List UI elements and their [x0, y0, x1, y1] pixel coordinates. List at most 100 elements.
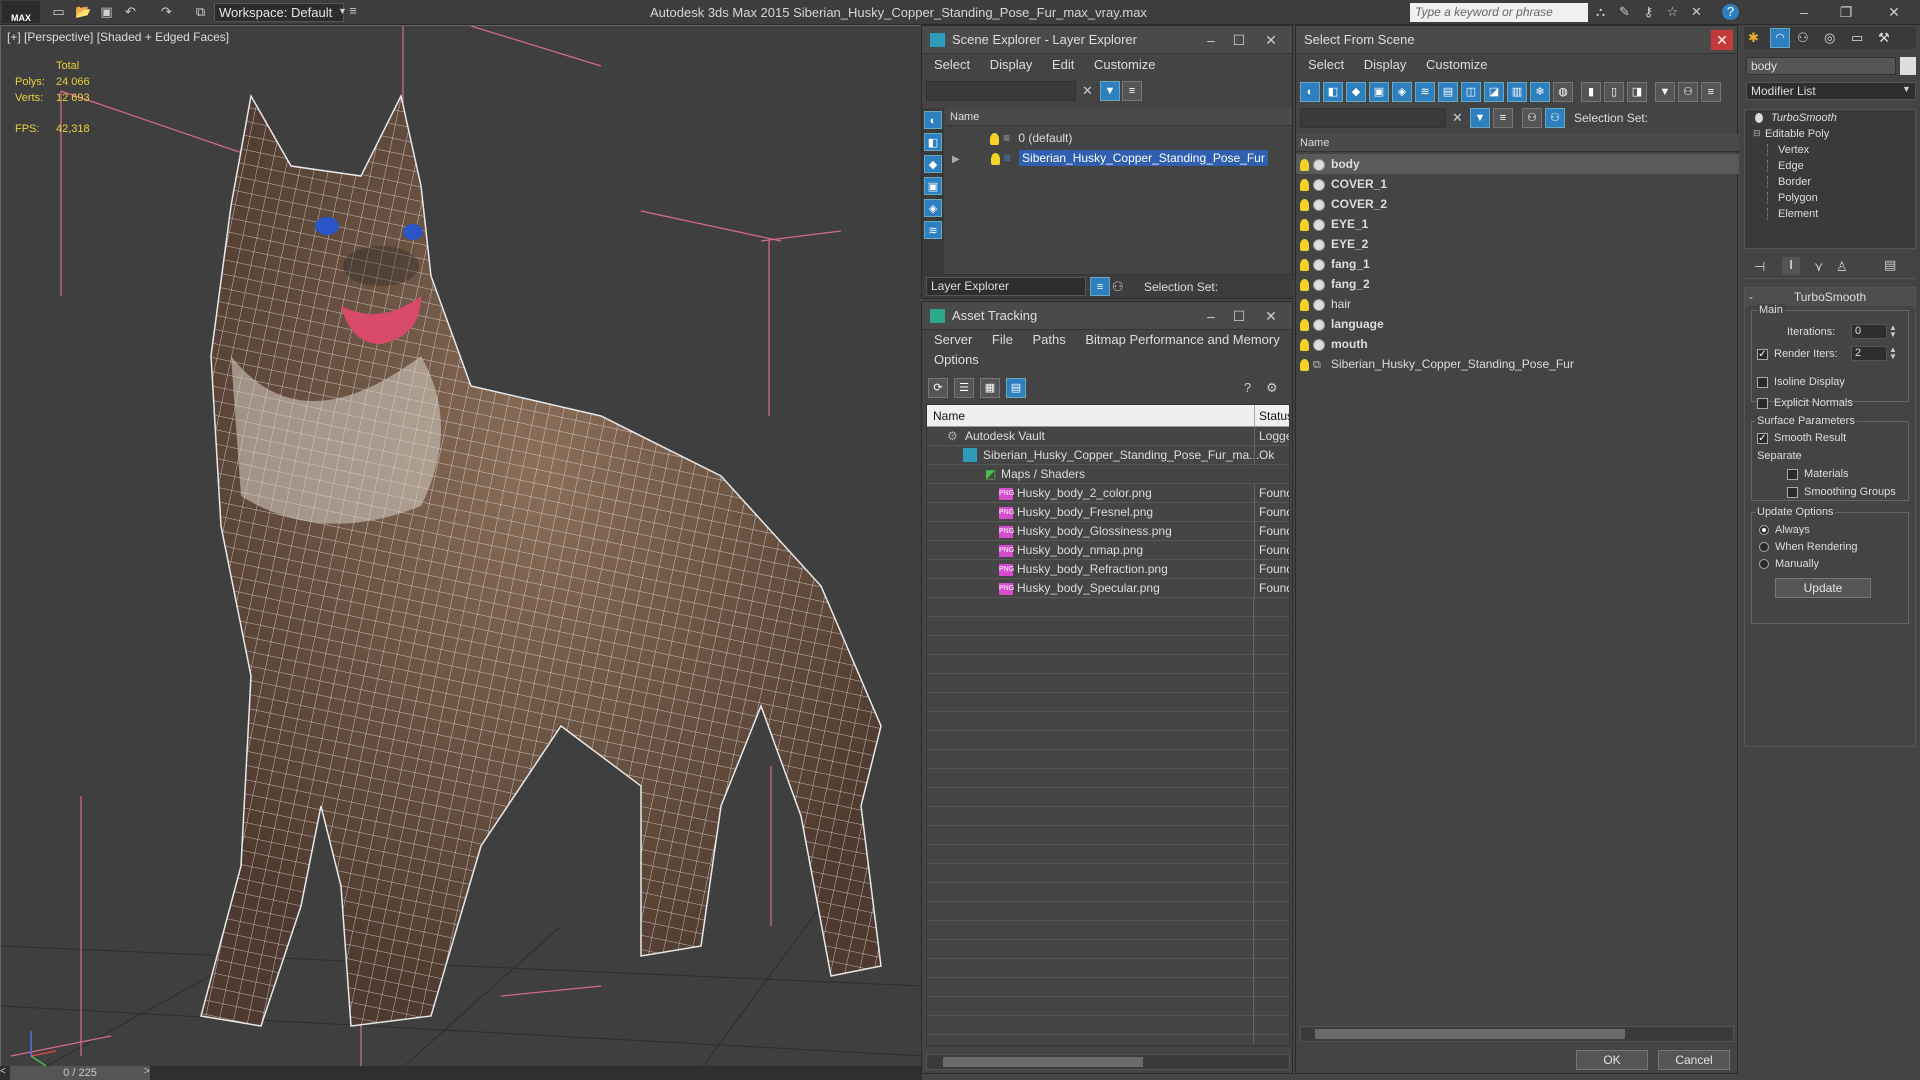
maximize-icon[interactable]: ☐	[1228, 302, 1250, 330]
hierarchy-icon[interactable]: ⚇	[1678, 82, 1698, 102]
hierarchy-icon[interactable]: ⚇	[1112, 279, 1124, 295]
menu-paths[interactable]: Paths	[1033, 332, 1066, 347]
lightbulb-icon[interactable]	[1300, 178, 1309, 191]
table-view-icon[interactable]: ▤	[1006, 378, 1026, 398]
object-row[interactable]: EYE_2	[1296, 234, 1739, 254]
minimize-icon[interactable]: –	[1790, 2, 1818, 22]
scene-explorer-search-input[interactable]	[926, 81, 1076, 101]
thumbnail-view-icon[interactable]: ▦	[980, 378, 1000, 398]
lightbulb-icon[interactable]	[1300, 318, 1309, 331]
menu-customize[interactable]: Customize	[1094, 57, 1155, 72]
ok-button[interactable]: OK	[1576, 1050, 1648, 1070]
clear-search-icon[interactable]: ✕	[1452, 110, 1463, 126]
pin-stack-icon[interactable]: ⊣	[1754, 259, 1765, 275]
lightbulb-icon[interactable]	[1300, 158, 1309, 171]
make-unique-icon[interactable]: ⋎	[1814, 259, 1824, 275]
menu-display[interactable]: Display	[1364, 57, 1407, 72]
stack-subitem[interactable]: Element	[1767, 208, 1818, 220]
modifier-list-dropdown[interactable]: Modifier List	[1746, 82, 1916, 100]
asset-row[interactable]: PNG Husky_body_Refraction.png Found	[927, 560, 1289, 579]
display-shapes-icon[interactable]: ◧	[924, 133, 942, 151]
isoline-display-checkbox[interactable]	[1757, 376, 1768, 388]
layers-icon[interactable]: ≡	[1493, 108, 1513, 128]
time-slider[interactable]: 0 / 225	[10, 1066, 150, 1080]
rollout-collapse-icon[interactable]: -	[1749, 288, 1753, 306]
layer-options-icon[interactable]: ≡	[1122, 81, 1142, 101]
select-search-input[interactable]	[1300, 108, 1446, 128]
collapse-icon[interactable]: ⊟	[1753, 128, 1761, 139]
save-icon[interactable]: ▣	[98, 4, 115, 20]
key-icon[interactable]: ⚷	[1640, 4, 1657, 20]
object-row[interactable]: body	[1296, 154, 1739, 174]
star-icon[interactable]: ☆	[1664, 4, 1681, 20]
workspace-dropdown[interactable]: Workspace: Default	[214, 3, 344, 22]
close-icon[interactable]: ✕	[1880, 2, 1908, 22]
close-icon[interactable]: ✕	[1260, 26, 1282, 54]
always-radio[interactable]	[1759, 525, 1769, 536]
menu-display[interactable]: Display	[990, 57, 1033, 72]
object-name-field[interactable]: body	[1746, 57, 1896, 75]
render-iters-spinner[interactable]: 2	[1851, 346, 1887, 361]
lightbulb-icon[interactable]	[1300, 298, 1309, 311]
layer-row[interactable]: ▶ ≡ Siberian_Husky_Copper_Standing_Pose_…	[946, 148, 1292, 168]
redo-icon[interactable]: ↷	[158, 4, 175, 20]
display-frozen-icon[interactable]: ❄	[1530, 82, 1550, 102]
object-row[interactable]: COVER_2	[1296, 194, 1739, 214]
object-row[interactable]: mouth	[1296, 334, 1739, 354]
hierarchy-tab-icon[interactable]: ⚇	[1797, 30, 1809, 46]
tools-icon[interactable]: ✎	[1616, 4, 1633, 20]
expand-arrow-icon[interactable]: ▶	[952, 150, 964, 170]
stack-subitem[interactable]: Edge	[1767, 160, 1804, 172]
display-hidden-icon[interactable]: ◍	[1553, 82, 1573, 102]
display-spacewarps-icon[interactable]: ≋	[924, 221, 942, 239]
object-row[interactable]: COVER_1	[1296, 174, 1739, 194]
configure-modifier-sets-icon[interactable]: ▤	[1884, 257, 1896, 273]
remove-modifier-icon[interactable]: ♙	[1836, 259, 1848, 275]
menu-customize[interactable]: Customize	[1426, 57, 1487, 72]
stack-subitem[interactable]: Polygon	[1767, 192, 1818, 204]
smooth-result-checkbox[interactable]: ✓	[1757, 432, 1768, 444]
new-file-icon[interactable]: ▭	[50, 4, 67, 20]
restore-icon[interactable]: ❐	[1832, 2, 1860, 22]
close-icon[interactable]: ✕	[1711, 30, 1733, 50]
smoothing-groups-checkbox[interactable]	[1787, 486, 1798, 498]
modify-tab-icon[interactable]: ◠	[1770, 28, 1790, 48]
update-button[interactable]: Update	[1775, 578, 1871, 598]
help-icon[interactable]: ?	[1244, 380, 1251, 395]
lightbulb-icon[interactable]	[1300, 358, 1309, 371]
menu-bitmap-performance[interactable]: Bitmap Performance and Memory	[1085, 332, 1279, 347]
prev-frame-icon[interactable]: <	[0, 1066, 8, 1080]
help-icon[interactable]: ?	[1722, 4, 1739, 20]
lightbulb-icon[interactable]	[1300, 238, 1309, 251]
asset-row[interactable]: PNG Husky_body_Glossiness.png Found	[927, 522, 1289, 541]
undo-icon[interactable]: ↶	[122, 4, 139, 20]
column-name[interactable]: Name	[1296, 134, 1739, 152]
menu-edit[interactable]: Edit	[1052, 57, 1074, 72]
display-tab-icon[interactable]: ▭	[1851, 30, 1863, 46]
lightbulb-icon[interactable]	[1300, 198, 1309, 211]
asset-row[interactable]: PNG Husky_body_2_color.png Found	[927, 484, 1289, 503]
stack-item[interactable]: Editable Poly	[1765, 128, 1829, 140]
menu-select[interactable]: Select	[1308, 57, 1344, 72]
explorer-type-dropdown[interactable]: Layer Explorer	[926, 277, 1086, 296]
object-row[interactable]: fang_2	[1296, 274, 1739, 294]
display-geometry-icon[interactable]: ◐	[924, 111, 942, 129]
project-icon[interactable]: ⧉	[192, 4, 209, 20]
select-none-icon[interactable]: ▯	[1604, 82, 1624, 102]
binoculars-icon[interactable]: ⛬	[1592, 4, 1609, 20]
turbosmooth-lightbulb-icon[interactable]	[1755, 113, 1763, 123]
display-lights-icon[interactable]: ◆	[1346, 82, 1366, 102]
object-row[interactable]: language	[1296, 314, 1739, 334]
lightbulb-icon[interactable]	[1300, 338, 1309, 351]
column-name[interactable]: Name	[946, 108, 1292, 126]
object-color-swatch[interactable]	[1900, 57, 1916, 75]
hierarchy-mode-icon[interactable]: ⚇	[1545, 108, 1565, 128]
filter-icon[interactable]: ▼	[1470, 108, 1490, 128]
display-spacewarps-icon[interactable]: ≋	[1415, 82, 1435, 102]
display-helpers-icon[interactable]: ◈	[1392, 82, 1412, 102]
select-invert-icon[interactable]: ◨	[1627, 82, 1647, 102]
lightbulb-icon[interactable]	[1300, 258, 1309, 271]
layer-explorer-icon[interactable]: ⚇	[1522, 108, 1542, 128]
display-xrefs-icon[interactable]: ◫	[1461, 82, 1481, 102]
materials-checkbox[interactable]	[1787, 468, 1798, 480]
